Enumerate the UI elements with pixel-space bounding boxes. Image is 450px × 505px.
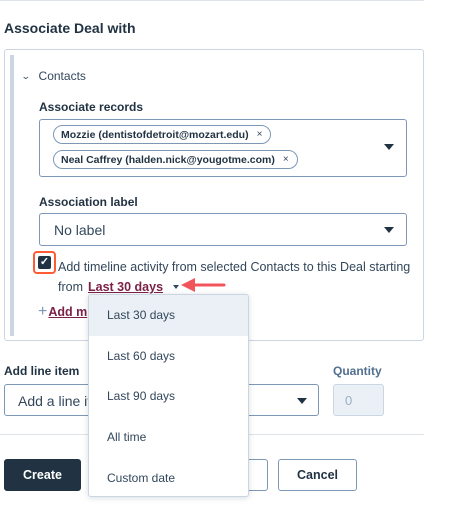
left-arrow-icon [181, 278, 226, 292]
record-chip-label: Mozzie (dentistofdetroit@mozart.edu) [61, 128, 249, 141]
line-item-label: Add line item [4, 364, 80, 378]
caret-down-icon [384, 227, 394, 233]
dropdown-option[interactable]: Last 30 days [89, 295, 248, 336]
close-icon[interactable]: × [257, 129, 263, 140]
section-title: Associate Deal with [4, 20, 136, 36]
caret-down-icon[interactable] [173, 285, 180, 289]
checkmark-icon: ✓ [39, 256, 50, 268]
chevron-down-icon: ⌄ [20, 70, 31, 81]
dropdown-option[interactable]: All time [89, 417, 248, 458]
quantity-value: 0 [345, 393, 353, 408]
top-divider [0, 0, 424, 1]
association-label-select[interactable]: No label [39, 213, 407, 246]
secondary-button[interactable] [246, 459, 268, 491]
dropdown-option[interactable]: Last 60 days [89, 336, 248, 377]
record-chip: Neal Caffrey (halden.nick@yougotme.com) … [53, 150, 298, 169]
association-label-heading: Association label [39, 195, 138, 209]
timeline-checkbox[interactable]: ✓ [38, 256, 51, 269]
cancel-button[interactable]: Cancel [278, 459, 357, 491]
timeline-from-text: from [58, 280, 83, 294]
contacts-accordion-toggle[interactable]: ⌄ Contacts [20, 69, 86, 83]
record-chip: Mozzie (dentistofdetroit@mozart.edu) × [53, 125, 272, 144]
timeline-period-dropdown: Last 30 days Last 60 days Last 90 days A… [88, 294, 249, 497]
timeline-activity-text: Add timeline activity from selected Cont… [58, 260, 411, 274]
plus-icon: + [38, 303, 48, 320]
quantity-input[interactable]: 0 [333, 384, 384, 416]
checkbox-highlight: ✓ [33, 251, 56, 274]
dropdown-option[interactable]: Custom date [89, 457, 248, 496]
quantity-label: Quantity [333, 364, 382, 378]
add-more-label: Add m [48, 305, 88, 319]
caret-down-icon [297, 398, 307, 404]
record-chip-label: Neal Caffrey (halden.nick@yougotme.com) [61, 153, 275, 166]
dropdown-option[interactable]: Last 90 days [89, 376, 248, 417]
create-button[interactable]: Create [4, 459, 81, 491]
contacts-accordion-label: Contacts [38, 69, 86, 83]
add-more-link[interactable]: + Add m [38, 303, 87, 321]
association-label-value: No label [54, 222, 106, 238]
close-icon[interactable]: × [283, 154, 289, 165]
line-item-placeholder: Add a line it [18, 393, 92, 409]
associate-records-select[interactable]: Mozzie (dentistofdetroit@mozart.edu) × N… [39, 119, 407, 177]
associate-records-label: Associate records [39, 100, 144, 114]
caret-down-icon[interactable] [384, 144, 394, 150]
